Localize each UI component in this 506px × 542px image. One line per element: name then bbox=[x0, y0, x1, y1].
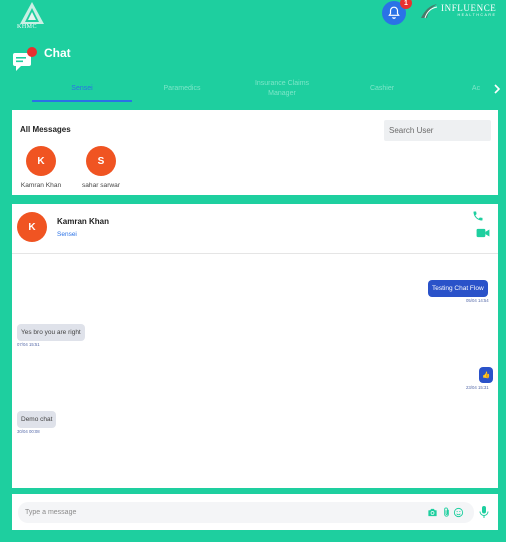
chevron-right-icon[interactable] bbox=[492, 84, 502, 94]
message-bubble-outgoing: Testing Chat Flow bbox=[428, 280, 488, 297]
contact-role: Sensei bbox=[57, 231, 77, 238]
contact-item[interactable]: S sahar sarwar bbox=[71, 146, 131, 189]
emoji-icon[interactable] bbox=[453, 507, 464, 518]
tab-paramedics[interactable]: Paramedics bbox=[132, 76, 232, 102]
phone-icon[interactable] bbox=[472, 210, 484, 222]
tab-insurance-claims-manager[interactable]: Insurance Claims Manager bbox=[242, 76, 322, 102]
conversation-header: K Kamran Khan Sensei bbox=[12, 204, 498, 254]
brand-name: INFLUENCE bbox=[441, 3, 497, 13]
influence-brand: INFLUENCE HEALTHCARE bbox=[419, 2, 496, 20]
avatar: K bbox=[17, 212, 47, 242]
tab-cashier[interactable]: Cashier bbox=[332, 76, 432, 102]
logo-text: KHMC bbox=[17, 24, 38, 30]
active-tab-indicator bbox=[32, 100, 132, 102]
search-user-input[interactable] bbox=[384, 120, 491, 141]
message-timestamp: 23/04 15:31 bbox=[466, 385, 489, 390]
contact-name: Kamran Khan bbox=[57, 217, 110, 226]
conversation-panel: K Kamran Khan Sensei Testing Chat Flow 0… bbox=[12, 204, 498, 488]
contact-name: sahar sarwar bbox=[81, 182, 121, 189]
tab-sensei[interactable]: Sensei bbox=[32, 76, 132, 102]
message-bubble-outgoing: 👍 bbox=[479, 367, 494, 383]
all-messages-title: All Messages bbox=[20, 125, 71, 134]
message-bubble-incoming: Demo chat bbox=[17, 411, 57, 428]
contact-item[interactable]: K Kamran Khan bbox=[11, 146, 71, 189]
brand-sub: HEALTHCARE bbox=[457, 13, 497, 17]
avatar: K bbox=[26, 146, 56, 176]
contact-name: Kamran Khan bbox=[20, 182, 62, 189]
page-title: Chat bbox=[44, 46, 71, 60]
camera-icon[interactable] bbox=[427, 507, 438, 518]
message-composer bbox=[12, 494, 498, 530]
role-tabs: Sensei Paramedics Insurance Claims Manag… bbox=[12, 76, 501, 102]
influence-logo-icon bbox=[421, 4, 438, 19]
chat-unread-dot bbox=[27, 47, 37, 57]
microphone-icon[interactable] bbox=[478, 505, 490, 519]
message-timestamp: 05/04 14:54 bbox=[466, 298, 489, 303]
message-bubble-incoming: Yes bro you are right bbox=[17, 324, 85, 341]
message-input[interactable] bbox=[18, 502, 474, 523]
avatar: S bbox=[86, 146, 116, 176]
message-timestamp: 30/04 00:08 bbox=[17, 429, 40, 434]
all-messages-panel: All Messages K Kamran Khan S sahar sarwa… bbox=[12, 110, 498, 195]
message-timestamp: 07/04 15:51 bbox=[17, 342, 40, 347]
video-icon[interactable] bbox=[476, 227, 490, 239]
attachment-icon[interactable] bbox=[441, 507, 452, 518]
bell-icon bbox=[388, 6, 400, 19]
notification-badge: 1 bbox=[400, 0, 412, 9]
tab-accounts[interactable]: Ac bbox=[464, 76, 488, 102]
